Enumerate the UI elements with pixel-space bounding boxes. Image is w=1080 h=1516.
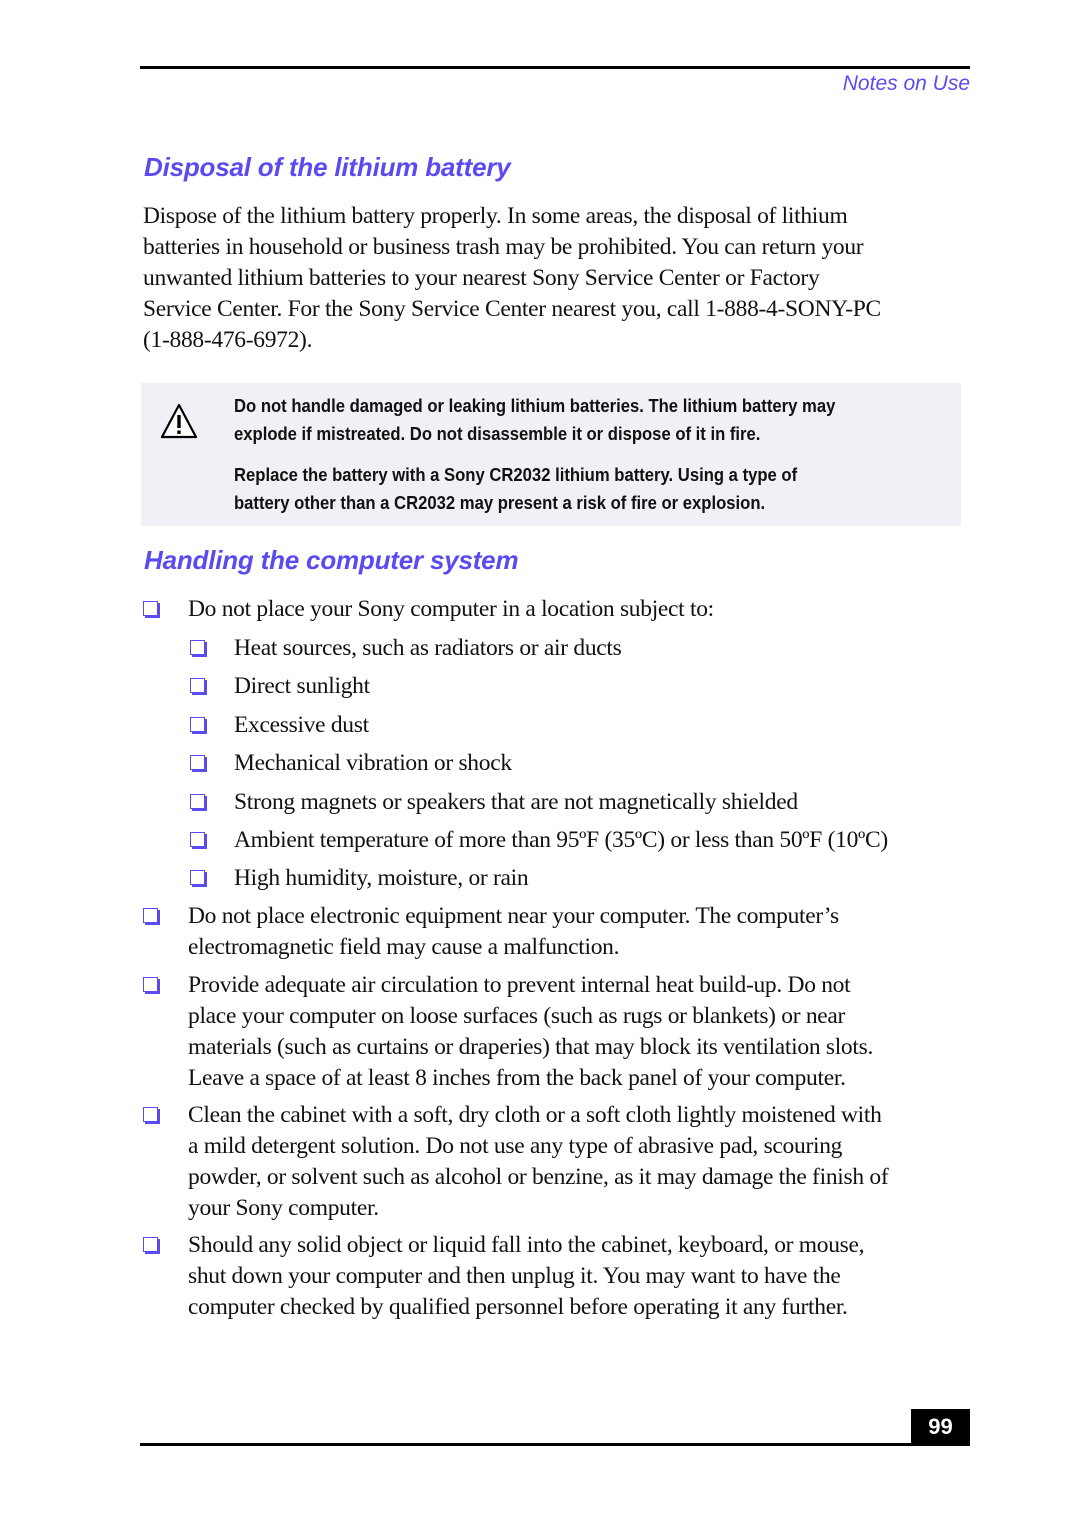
text-line: powder, or solvent such as alcohol or be… — [188, 1164, 889, 1190]
bullet-icon — [190, 640, 205, 655]
text-line: unwanted lithium batteries to your neare… — [143, 265, 820, 291]
sub-list-item: Mechanical vibration or shock — [234, 750, 512, 776]
sub-list-item: Heat sources, such as radiators or air d… — [234, 635, 622, 661]
page-number: 99 — [911, 1409, 970, 1445]
warning-text-line: Do not handle damaged or leaking lithium… — [234, 395, 836, 416]
bottom-rule — [140, 1443, 970, 1446]
list-item: Provide adequate air circulation to prev… — [188, 970, 873, 1094]
bullet-icon — [143, 1107, 158, 1122]
lithium-paragraph: Dispose of the lithium battery properly.… — [143, 201, 973, 356]
list-item: Should any solid object or liquid fall i… — [188, 1230, 865, 1323]
sub-list-item: Direct sunlight — [234, 673, 370, 699]
warning-triangle-icon — [160, 403, 198, 439]
text-line: place your computer on loose surfaces (s… — [188, 1003, 846, 1029]
text-line: your Sony computer. — [188, 1195, 379, 1221]
running-head: Notes on Use — [842, 72, 970, 95]
section-title-handling: Handling the computer system — [144, 545, 519, 575]
text-line: shut down your computer and then unplug … — [188, 1263, 841, 1289]
text-line: Provide adequate air circulation to prev… — [188, 972, 851, 998]
bullet-icon — [190, 678, 205, 693]
bullet-icon — [190, 870, 205, 885]
warning-note: Do not handle damaged or leaking lithium… — [141, 383, 961, 526]
list-item: Do not place electronic equipment near y… — [188, 901, 839, 963]
text-line: Leave a space of at least 8 inches from … — [188, 1065, 846, 1091]
bullet-icon — [143, 977, 158, 992]
sub-list-item: Excessive dust — [234, 712, 369, 738]
sub-list-item: High humidity, moisture, or rain — [234, 865, 529, 891]
bullet-icon — [190, 717, 205, 732]
text-line: electromagnetic field may cause a malfun… — [188, 934, 620, 960]
text-line: materials (such as curtains or draperies… — [188, 1034, 874, 1060]
text-line: Service Center. For the Sony Service Cen… — [143, 296, 881, 322]
text-line: batteries in household or business trash… — [143, 234, 864, 260]
text-line: Should any solid object or liquid fall i… — [188, 1232, 865, 1258]
bullet-icon — [190, 755, 205, 770]
bullet-icon — [190, 794, 205, 809]
warning-text-line: explode if mistreated. Do not disassembl… — [234, 423, 761, 444]
bullet-icon — [143, 1237, 158, 1252]
text-line: (1-888-476-6972). — [143, 327, 313, 353]
bullet-icon — [143, 908, 158, 923]
text-line: computer checked by qualified personnel … — [188, 1294, 848, 1320]
section-title-lithium: Disposal of the lithium battery — [144, 152, 511, 182]
warning-text-line: battery other than a CR2032 may present … — [234, 492, 766, 513]
text-line: Clean the cabinet with a soft, dry cloth… — [188, 1102, 882, 1128]
warning-text-line: Replace the battery with a Sony CR2032 l… — [234, 464, 798, 485]
top-rule — [140, 66, 970, 69]
bullet-icon — [190, 832, 205, 847]
bullet-icon — [143, 601, 158, 616]
list-item: Do not place your Sony computer in a loc… — [188, 596, 714, 622]
sub-list-item: Ambient temperature of more than 95ºF (3… — [234, 827, 888, 853]
text-line: a mild detergent solution. Do not use an… — [188, 1133, 843, 1159]
sub-list-item: Strong magnets or speakers that are not … — [234, 789, 798, 815]
text-line: Do not place electronic equipment near y… — [188, 903, 839, 929]
text-line: Dispose of the lithium battery properly.… — [143, 203, 848, 229]
list-item: Clean the cabinet with a soft, dry cloth… — [188, 1100, 889, 1224]
